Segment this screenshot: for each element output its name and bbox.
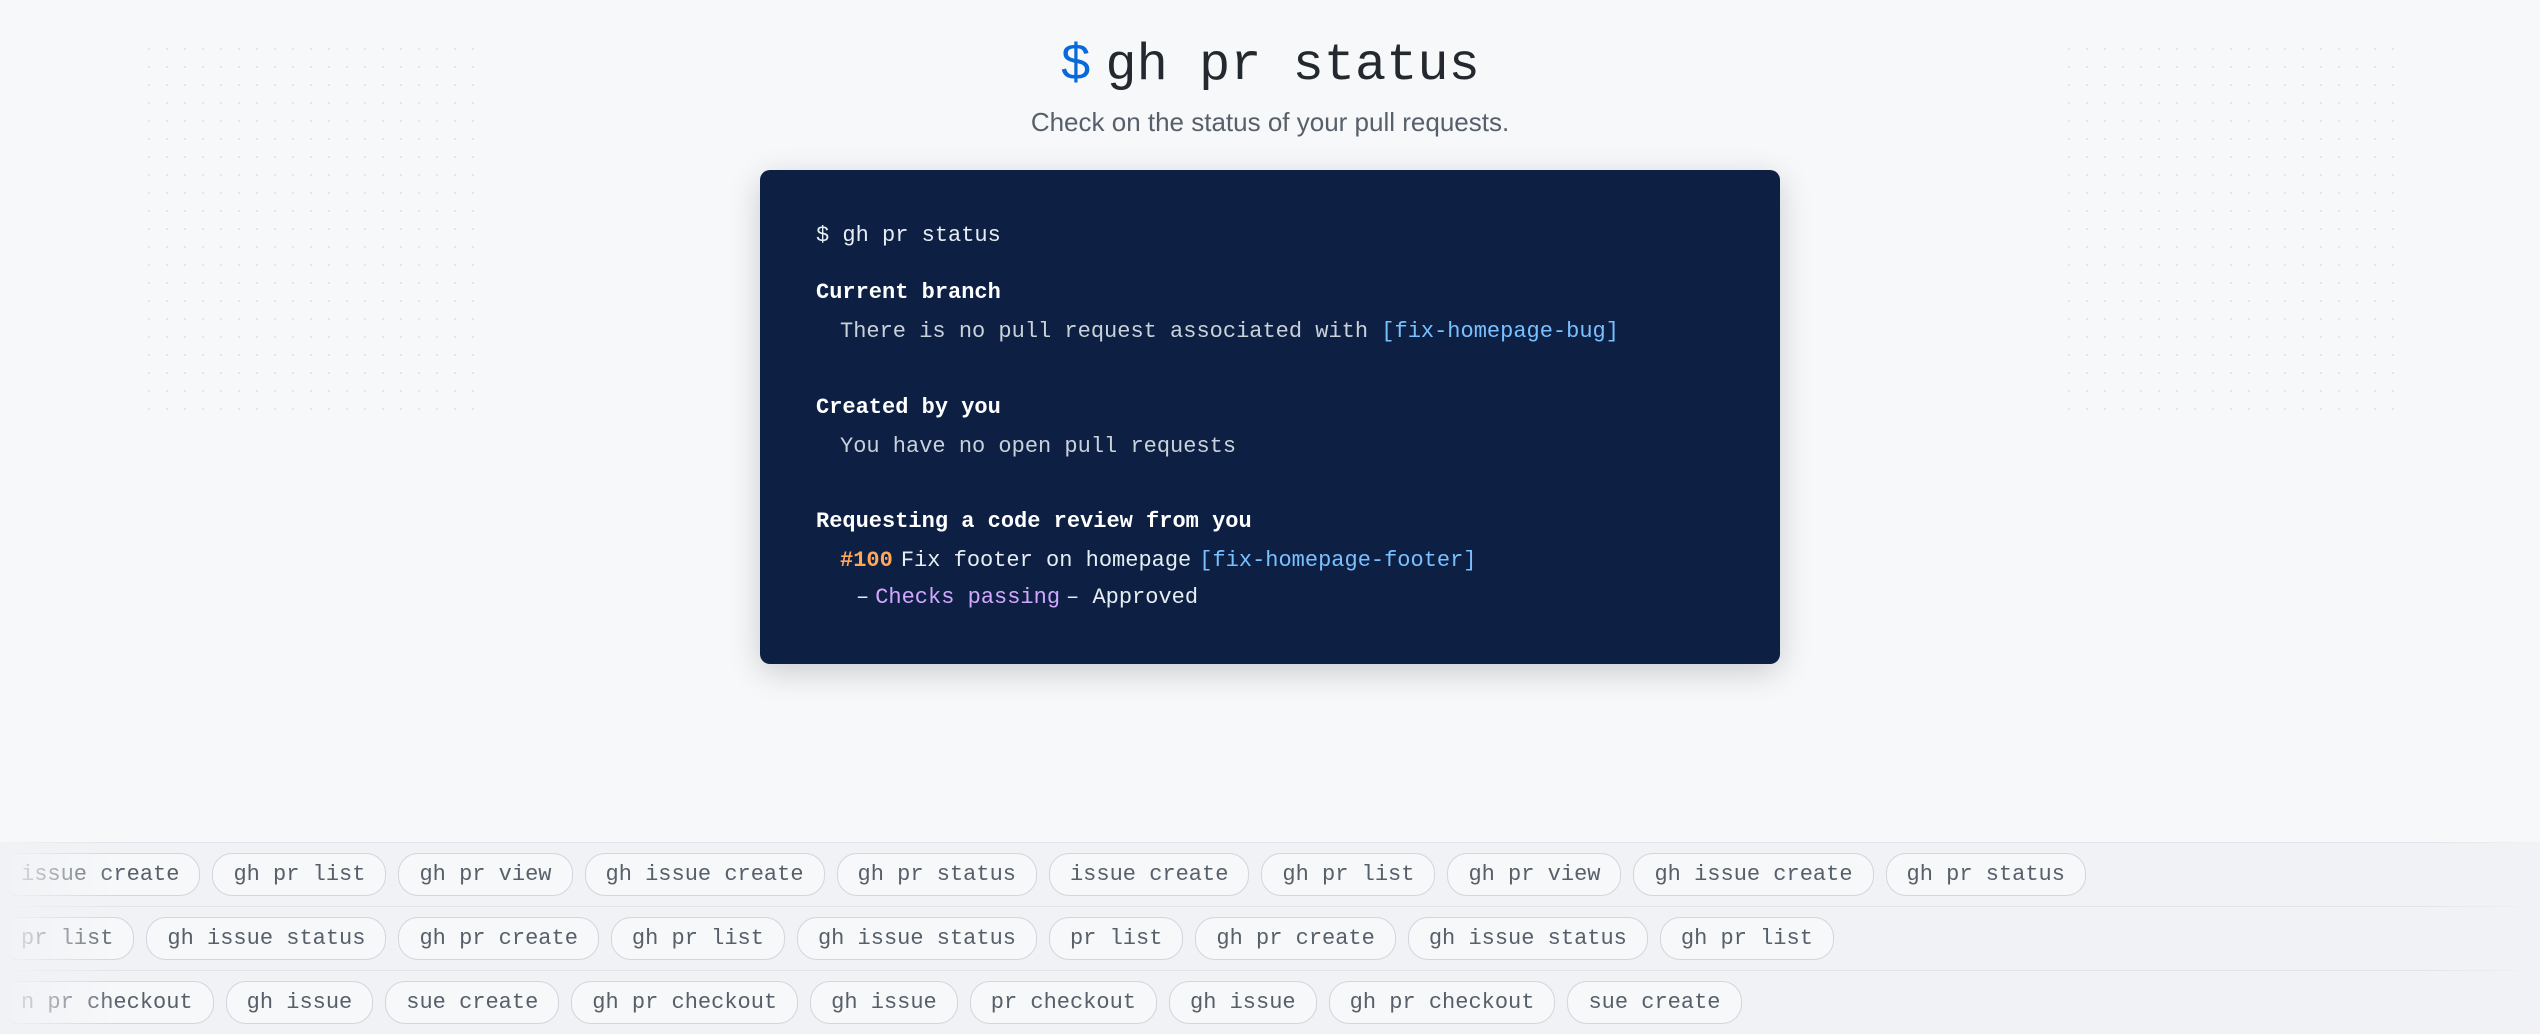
pr-branch: [fix-homepage-footer] xyxy=(1199,543,1476,578)
section-body-current-branch: There is no pull request associated with… xyxy=(816,314,1724,349)
pr-number: #100 xyxy=(840,543,893,578)
pill-item[interactable]: gh pr view xyxy=(398,853,572,896)
pill-item[interactable]: n pr checkout xyxy=(0,981,214,1024)
pill-item[interactable]: gh issue create xyxy=(1633,853,1873,896)
pill-item[interactable]: gh pr checkout xyxy=(571,981,798,1024)
pill-item[interactable]: gh issue status xyxy=(146,917,386,960)
dash-separator: – xyxy=(856,580,869,615)
pill-item[interactable]: gh pr list xyxy=(611,917,785,960)
pill-item[interactable]: gh pr status xyxy=(837,853,1037,896)
title-section: $ gh pr status Check on the status of yo… xyxy=(1031,36,1509,138)
pills-row-3: n pr checkout gh issue sue create gh pr … xyxy=(0,970,2540,1034)
pills-row-1-wrapper: issue create gh pr list gh pr view gh is… xyxy=(0,842,2540,906)
checks-passing-label: Checks passing xyxy=(875,580,1060,615)
pill-item[interactable]: sue create xyxy=(385,981,559,1024)
pill-item[interactable]: pr checkout xyxy=(970,981,1157,1024)
pill-item[interactable]: gh pr list xyxy=(212,853,386,896)
pill-item[interactable]: gh issue status xyxy=(797,917,1037,960)
pill-item[interactable]: issue create xyxy=(1049,853,1249,896)
pill-item[interactable]: gh pr create xyxy=(398,917,598,960)
pill-item[interactable]: sue create xyxy=(1567,981,1741,1024)
terminal-window: $ gh pr status Current branch There is n… xyxy=(760,170,1780,664)
section-header-created-by-you: Created by you xyxy=(816,390,1724,425)
pill-item[interactable]: gh issue xyxy=(1169,981,1317,1024)
pr-line: #100 Fix footer on homepage [fix-homepag… xyxy=(816,543,1724,578)
pill-item[interactable]: gh issue xyxy=(226,981,374,1024)
terminal-prompt: $ gh pr status xyxy=(816,218,1724,253)
pill-item[interactable]: gh pr checkout xyxy=(1329,981,1556,1024)
section-header-current-branch: Current branch xyxy=(816,275,1724,310)
title-command: gh pr status xyxy=(1105,36,1479,95)
checks-line: – Checks passing – Approved xyxy=(816,580,1724,615)
section-header-requesting-review: Requesting a code review from you xyxy=(816,504,1724,539)
dollar-sign-icon: $ xyxy=(1060,36,1091,95)
pills-row-2: pr list gh issue status gh pr create gh … xyxy=(0,906,2540,970)
pr-title: Fix footer on homepage xyxy=(901,543,1191,578)
pills-row-3-wrapper: n pr checkout gh issue sue create gh pr … xyxy=(0,970,2540,1034)
title-line: $ gh pr status xyxy=(1031,36,1509,95)
pill-item[interactable]: gh pr list xyxy=(1261,853,1435,896)
approved-label: – Approved xyxy=(1066,580,1198,615)
pill-item[interactable]: pr list xyxy=(0,917,134,960)
pill-item[interactable]: gh pr view xyxy=(1447,853,1621,896)
pill-item[interactable]: gh issue xyxy=(810,981,958,1024)
section-body-created-by-you: You have no open pull requests xyxy=(816,429,1724,464)
pill-item[interactable]: gh issue create xyxy=(585,853,825,896)
pills-container: issue create gh pr list gh pr view gh is… xyxy=(0,842,2540,1034)
pill-item[interactable]: gh pr status xyxy=(1886,853,2086,896)
pills-row-2-wrapper: pr list gh issue status gh pr create gh … xyxy=(0,906,2540,970)
pill-item[interactable]: pr list xyxy=(1049,917,1183,960)
pill-item[interactable]: issue create xyxy=(0,853,200,896)
pills-row-1: issue create gh pr list gh pr view gh is… xyxy=(0,842,2540,906)
pill-item[interactable]: gh pr list xyxy=(1660,917,1834,960)
pill-item[interactable]: gh issue status xyxy=(1408,917,1648,960)
subtitle: Check on the status of your pull request… xyxy=(1031,107,1509,138)
pill-item[interactable]: gh pr create xyxy=(1195,917,1395,960)
